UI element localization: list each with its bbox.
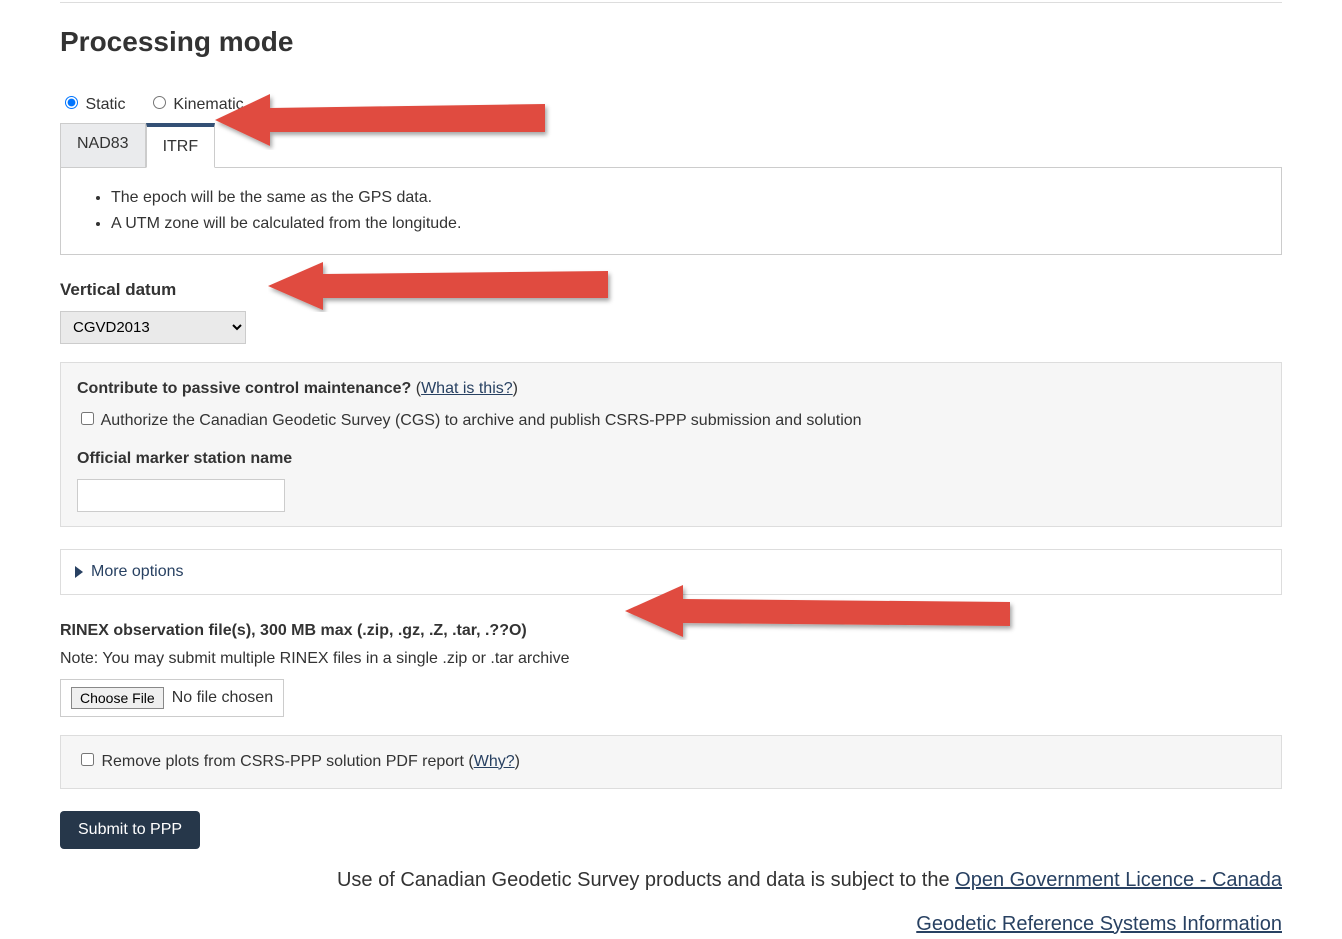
radio-static[interactable] (65, 96, 78, 109)
footer: Use of Canadian Geodetic Survey products… (60, 865, 1282, 939)
tab-itrf[interactable]: ITRF (146, 123, 216, 168)
marker-station-label: Official marker station name (77, 447, 1265, 471)
rinex-section: RINEX observation file(s), 300 MB max (.… (60, 619, 1282, 717)
chevron-right-icon (75, 566, 83, 578)
licence-link[interactable]: Open Government Licence - Canada (955, 869, 1282, 891)
remove-plots-panel: Remove plots from CSRS-PPP solution PDF … (60, 735, 1282, 789)
authorize-label[interactable]: Authorize the Canadian Geodetic Survey (… (77, 412, 862, 429)
file-input-wrap[interactable]: Choose File No file chosen (60, 679, 284, 717)
radio-kinematic-text: Kinematic (173, 96, 243, 113)
marker-station-input[interactable] (77, 479, 285, 512)
vertical-datum-select[interactable]: CGVD2013 (60, 311, 246, 344)
rinex-head: RINEX observation file(s), 300 MB max (.… (60, 619, 1282, 643)
rinex-note: Note: You may submit multiple RINEX file… (60, 647, 1282, 671)
submit-button[interactable]: Submit to PPP (60, 811, 200, 849)
radio-kinematic-label[interactable]: Kinematic (148, 96, 244, 113)
vertical-datum-label: Vertical datum (60, 277, 1282, 303)
contribute-panel: Contribute to passive control maintenanc… (60, 362, 1282, 527)
tab-itrf-content: The epoch will be the same as the GPS da… (60, 167, 1282, 255)
processing-mode-radios: Static Kinematic (60, 93, 1282, 117)
no-file-text: No file chosen (172, 686, 273, 710)
authorize-checkbox[interactable] (81, 412, 94, 425)
paren-close: ) (513, 380, 518, 397)
remove-plots-text-after: ) (515, 753, 520, 770)
choose-file-button[interactable]: Choose File (71, 687, 164, 709)
why-link[interactable]: Why? (474, 753, 515, 770)
info-link[interactable]: Geodetic Reference Systems Information (916, 913, 1282, 935)
remove-plots-checkbox[interactable] (81, 753, 94, 766)
radio-kinematic[interactable] (153, 96, 166, 109)
remove-plots-text-before: Remove plots from CSRS-PPP solution PDF … (101, 753, 473, 770)
radio-static-text: Static (85, 96, 125, 113)
itrf-bullet-1: A UTM zone will be calculated from the l… (111, 212, 1261, 236)
datum-tabs: NAD83 ITRF (60, 123, 1282, 168)
radio-static-label[interactable]: Static (60, 96, 130, 113)
contribute-question: Contribute to passive control maintenanc… (77, 380, 411, 397)
itrf-bullet-0: The epoch will be the same as the GPS da… (111, 186, 1261, 210)
more-options-toggle[interactable]: More options (60, 549, 1282, 595)
authorize-text: Authorize the Canadian Geodetic Survey (… (101, 412, 862, 429)
page-title: Processing mode (60, 21, 1282, 63)
remove-plots-label[interactable]: Remove plots from CSRS-PPP solution PDF … (77, 753, 520, 770)
what-is-this-link[interactable]: What is this? (421, 380, 513, 397)
more-options-label: More options (91, 560, 184, 584)
tab-nad83[interactable]: NAD83 (60, 123, 146, 168)
licence-prefix: Use of Canadian Geodetic Survey products… (337, 869, 955, 891)
